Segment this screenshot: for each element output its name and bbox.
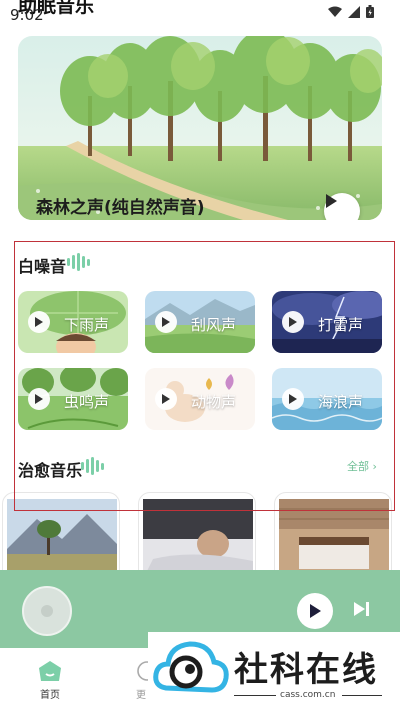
- sound-card-label: 虫鸣声: [64, 393, 110, 411]
- status-time: 9:02: [10, 6, 44, 24]
- tab-home[interactable]: 首页: [38, 660, 62, 701]
- music-card-bedroom[interactable]: [274, 492, 392, 582]
- battery-icon: [366, 5, 374, 18]
- play-icon: [35, 394, 43, 404]
- music-card-mountains[interactable]: [2, 492, 120, 582]
- watermark-text: 社科在线: [234, 650, 378, 690]
- album-disc-icon[interactable]: [22, 586, 72, 636]
- sound-card-wind[interactable]: 刮风声: [145, 291, 255, 353]
- insects-play-button[interactable]: [28, 388, 50, 410]
- see-all-link[interactable]: 全部 ›: [347, 458, 377, 474]
- mountains-image: [7, 499, 117, 579]
- play-icon: [289, 394, 297, 404]
- watermark-line-left: [234, 695, 276, 696]
- sound-card-label: 动物声: [191, 393, 237, 411]
- wind-play-button[interactable]: [155, 311, 177, 333]
- sleeping-person-image: [143, 499, 253, 579]
- wifi-icon: [328, 6, 342, 17]
- next-track-icon[interactable]: [353, 601, 371, 617]
- play-icon: [289, 317, 297, 327]
- watermark-logo-icon: [153, 641, 229, 693]
- music-card-sleeping[interactable]: [138, 492, 256, 582]
- bedroom-image: [279, 499, 389, 579]
- healing-music-title: 治愈音乐: [18, 461, 83, 480]
- sound-card-label: 打雷声: [318, 316, 364, 334]
- sound-card-label: 刮风声: [191, 316, 237, 334]
- play-icon: [162, 317, 170, 327]
- sound-card-label: 下雨声: [64, 316, 110, 334]
- status-icons: [328, 5, 374, 18]
- sound-card-thunder[interactable]: 打雷声: [272, 291, 382, 353]
- play-icon: [162, 394, 170, 404]
- white-noise-title: 白噪音: [18, 257, 67, 276]
- status-bar: 助眠音乐 9:02: [0, 0, 400, 24]
- play-icon: [326, 194, 337, 208]
- watermark: 社科在线 cass.com.cn: [148, 632, 400, 711]
- watermark-domain: cass.com.cn: [280, 690, 336, 700]
- tab-home-label: 首页: [40, 690, 60, 701]
- signal-icon: [348, 5, 360, 18]
- sound-card-rain[interactable]: 下雨声: [18, 291, 128, 353]
- sound-wave-icon: [67, 253, 90, 271]
- rain-play-button[interactable]: [28, 311, 50, 333]
- animals-play-button[interactable]: [155, 388, 177, 410]
- hero-title: 森林之声(纯自然声音): [36, 198, 205, 218]
- sound-card-insects[interactable]: 虫鸣声: [18, 368, 128, 430]
- tab-more-label: 更: [136, 690, 146, 701]
- waves-play-button[interactable]: [282, 388, 304, 410]
- play-icon: [310, 604, 321, 618]
- play-icon: [35, 317, 43, 327]
- sound-card-waves[interactable]: 海浪声: [272, 368, 382, 430]
- home-icon: [39, 661, 61, 681]
- thunder-play-button[interactable]: [282, 311, 304, 333]
- sound-wave-icon: [81, 457, 104, 475]
- player-play-button[interactable]: [297, 593, 333, 629]
- watermark-line-right: [342, 695, 382, 696]
- sound-card-animals[interactable]: 动物声: [145, 368, 255, 430]
- hero-banner[interactable]: 森林之声(纯自然声音): [18, 36, 382, 220]
- sound-card-label: 海浪声: [318, 393, 364, 411]
